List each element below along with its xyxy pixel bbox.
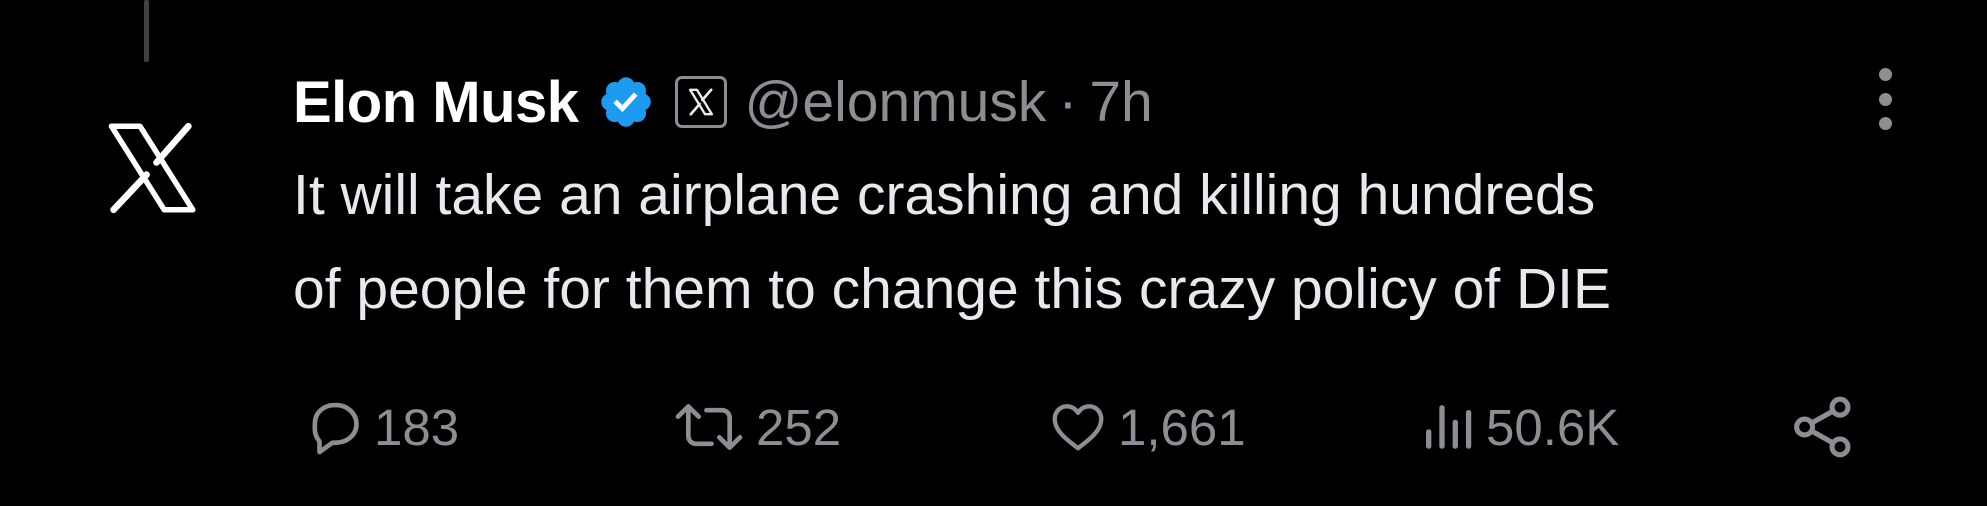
- like-count: 1,661: [1118, 398, 1246, 456]
- retweet-count: 252: [756, 398, 842, 456]
- x-logo-icon: [108, 122, 196, 214]
- views-button[interactable]: 50.6K: [1420, 392, 1619, 462]
- tweet-header: Elon Musk @elonmusk · 7h: [293, 62, 1933, 142]
- like-button[interactable]: 1,661: [1046, 392, 1246, 462]
- tweet-text-line: of people for them to change this crazy …: [293, 257, 1612, 321]
- separator-dot: ·: [1058, 70, 1078, 134]
- author-name[interactable]: Elon Musk: [293, 69, 579, 136]
- tweet-text: It will take an airplane crashing and ki…: [293, 148, 1953, 336]
- tweet-actions: 183 252 1,661 50.6K: [0, 392, 1987, 462]
- views-bar-chart-icon: [1426, 405, 1472, 449]
- reply-button[interactable]: 183: [304, 392, 459, 462]
- x-affiliate-badge-icon[interactable]: [674, 76, 727, 128]
- heart-icon: [1052, 404, 1104, 451]
- share-icon: [1794, 396, 1851, 458]
- author-handle[interactable]: @elonmusk: [745, 69, 1047, 135]
- reply-bubble-icon: [312, 402, 359, 455]
- tweet-text-line: It will take an airplane crashing and ki…: [293, 163, 1596, 227]
- reply-count: 183: [374, 398, 460, 456]
- retweet-icon: [675, 404, 743, 450]
- views-count: 50.6K: [1486, 398, 1620, 456]
- retweet-button[interactable]: 252: [670, 392, 841, 462]
- tweet[interactable]: Elon Musk @elonmusk · 7h It will take an…: [293, 62, 1933, 336]
- thread-line: [144, 0, 149, 62]
- share-button[interactable]: [1789, 392, 1857, 462]
- avatar[interactable]: [96, 113, 206, 223]
- more-vertical-icon[interactable]: [1871, 68, 1899, 130]
- tweet-timestamp[interactable]: 7h: [1089, 69, 1152, 135]
- verified-badge-icon[interactable]: [597, 73, 655, 131]
